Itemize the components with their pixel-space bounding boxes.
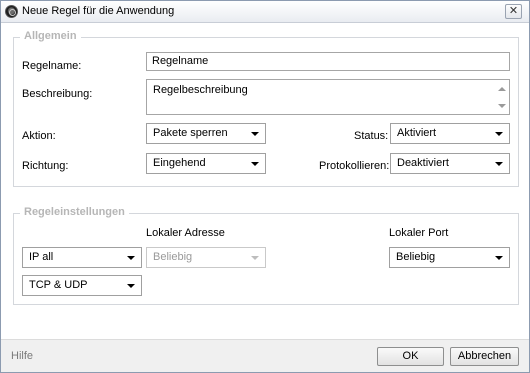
description-scrollbar[interactable]	[496, 81, 508, 113]
direction-label: Richtung:	[22, 160, 69, 172]
status-dropdown[interactable]: Aktiviert	[390, 123, 510, 144]
description-text: Regelbeschreibung	[153, 84, 248, 96]
ok-button[interactable]: OK	[377, 347, 444, 366]
rule-dialog: Neue Regel für die Anwendung ✕ Allgemein…	[0, 0, 530, 373]
logging-dropdown[interactable]: Deaktiviert	[390, 153, 510, 174]
protocol-value: TCP & UDP	[29, 279, 88, 291]
help-link[interactable]: Hilfe	[11, 350, 33, 362]
ip-version-value: IP all	[29, 251, 54, 263]
chevron-down-icon	[495, 132, 503, 136]
status-label: Status:	[354, 130, 389, 142]
rule-settings-legend: Regeleinstellungen	[20, 206, 129, 218]
scroll-up-icon[interactable]	[498, 87, 506, 91]
rule-name-field[interactable]: Regelname	[146, 52, 510, 71]
ip-version-dropdown[interactable]: IP all	[22, 247, 142, 268]
chevron-down-icon	[495, 256, 503, 260]
local-address-dropdown[interactable]: Beliebig	[146, 247, 266, 268]
scroll-down-icon[interactable]	[498, 104, 506, 108]
chevron-down-icon	[127, 256, 135, 260]
close-button[interactable]: ✕	[505, 4, 522, 19]
local-address-label: Lokaler Adresse	[146, 227, 225, 239]
rule-name-label: Regelname:	[22, 60, 82, 72]
general-legend: Allgemein	[20, 30, 81, 42]
chevron-down-icon	[127, 284, 135, 288]
action-value: Pakete sperren	[153, 127, 228, 139]
cancel-button[interactable]: Abbrechen	[450, 347, 519, 366]
local-port-value: Beliebig	[396, 251, 436, 263]
action-dropdown[interactable]: Pakete sperren	[146, 123, 266, 144]
chevron-down-icon	[251, 132, 259, 136]
window-title: Neue Regel für die Anwendung	[22, 5, 175, 17]
status-value: Aktiviert	[397, 127, 437, 139]
local-address-value: Beliebig	[153, 251, 193, 263]
close-icon: ✕	[508, 5, 519, 17]
description-field[interactable]: Regelbeschreibung	[146, 79, 510, 115]
local-port-dropdown[interactable]: Beliebig	[389, 247, 510, 268]
rule-settings-group: Regeleinstellungen Lokaler Adresse Lokal…	[13, 206, 519, 305]
chevron-down-icon	[251, 256, 259, 260]
dialog-content: Allgemein Regelname: Regelname Beschreib…	[1, 23, 529, 339]
chevron-down-icon	[495, 162, 503, 166]
local-port-label: Lokaler Port	[389, 227, 449, 239]
chevron-down-icon	[251, 162, 259, 166]
action-label: Aktion:	[22, 130, 56, 142]
direction-dropdown[interactable]: Eingehend	[146, 153, 266, 174]
logging-value: Deaktiviert	[397, 157, 449, 169]
protocol-dropdown[interactable]: TCP & UDP	[22, 275, 142, 296]
general-group: Allgemein Regelname: Regelname Beschreib…	[13, 30, 519, 187]
app-shield-icon	[5, 5, 18, 18]
description-label: Beschreibung:	[22, 88, 93, 100]
title-bar[interactable]: Neue Regel für die Anwendung ✕	[1, 1, 529, 23]
logging-label: Protokollieren:	[319, 160, 390, 172]
direction-value: Eingehend	[153, 157, 206, 169]
dialog-footer: Hilfe OK Abbrechen	[1, 339, 529, 372]
